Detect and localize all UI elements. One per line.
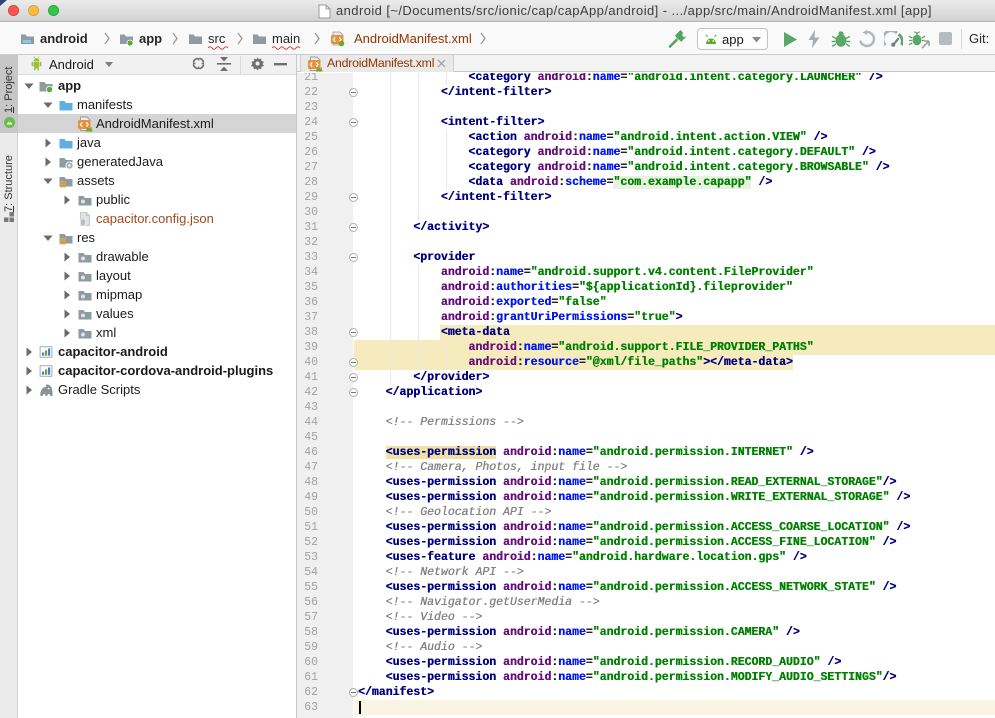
- svg-text:{}: {}: [79, 219, 87, 227]
